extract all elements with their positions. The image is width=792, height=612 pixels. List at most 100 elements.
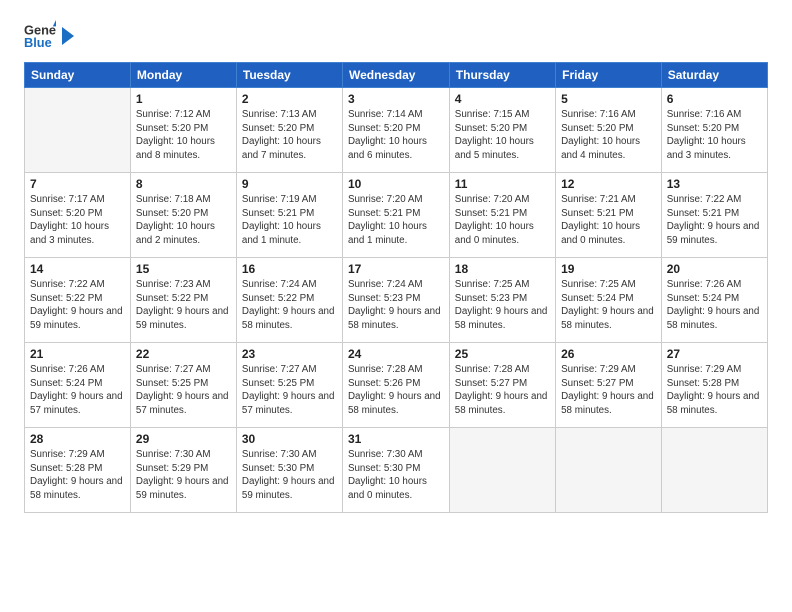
calendar-cell: 7Sunrise: 7:17 AMSunset: 5:20 PMDaylight… bbox=[25, 173, 131, 258]
day-number: 11 bbox=[455, 177, 550, 191]
day-number: 23 bbox=[242, 347, 337, 361]
calendar-cell: 25Sunrise: 7:28 AMSunset: 5:27 PMDayligh… bbox=[449, 343, 555, 428]
day-info: Sunrise: 7:23 AMSunset: 5:22 PMDaylight:… bbox=[136, 278, 231, 333]
calendar-cell: 29 Sunrise: 7:30 AMSunset: 5:29 PMDayligh… bbox=[130, 428, 236, 513]
day-number: 6 bbox=[667, 92, 762, 106]
calendar-cell: 30 Sunrise: 7:30 AMSunset: 5:30 PMDayligh… bbox=[236, 428, 342, 513]
calendar-cell: 17 Sunrise: 7:24 AMSunset: 5:23 PMDayligh… bbox=[342, 258, 449, 343]
weekday-header-thursday: Thursday bbox=[449, 63, 555, 88]
weekday-header-sunday: Sunday bbox=[25, 63, 131, 88]
weekday-header-saturday: Saturday bbox=[661, 63, 767, 88]
day-number: 20 bbox=[667, 262, 762, 276]
day-info: Sunrise: 7:20 AMSunset: 5:21 PMDaylight:… bbox=[455, 193, 550, 248]
day-info: Sunrise: 7:26 AMSunset: 5:24 PMDaylight:… bbox=[667, 278, 762, 333]
day-number: 13 bbox=[667, 177, 762, 191]
calendar-cell: 9 Sunrise: 7:19 AMSunset: 5:21 PMDaylight… bbox=[236, 173, 342, 258]
calendar-cell: 26 Sunrise: 7:29 AMSunset: 5:27 PMDayligh… bbox=[556, 343, 662, 428]
calendar-cell bbox=[556, 428, 662, 513]
day-info: Sunrise: 7:27 AMSunset: 5:25 PMDaylight:… bbox=[242, 363, 337, 418]
day-info: Sunrise: 7:16 AMSunset: 5:20 PMDaylight:… bbox=[667, 108, 762, 163]
calendar-cell: 28 Sunrise: 7:29 AMSunset: 5:28 PMDayligh… bbox=[25, 428, 131, 513]
calendar-cell: 13Sunrise: 7:22 AMSunset: 5:21 PMDayligh… bbox=[661, 173, 767, 258]
day-info: Sunrise: 7:16 AMSunset: 5:20 PMDaylight:… bbox=[561, 108, 656, 163]
weekday-header-tuesday: Tuesday bbox=[236, 63, 342, 88]
day-number: 3 bbox=[348, 92, 444, 106]
day-number: 14 bbox=[30, 262, 125, 276]
day-info: Sunrise: 7:25 AMSunset: 5:23 PMDaylight:… bbox=[455, 278, 550, 333]
calendar-cell: 5 Sunrise: 7:16 AMSunset: 5:20 PMDaylight… bbox=[556, 88, 662, 173]
calendar-week-1: 1 Sunrise: 7:12 AMSunset: 5:20 PMDaylight… bbox=[25, 88, 768, 173]
day-info: Sunrise: 7:13 AMSunset: 5:20 PMDaylight:… bbox=[242, 108, 337, 163]
calendar-cell: 4Sunrise: 7:15 AMSunset: 5:20 PMDaylight… bbox=[449, 88, 555, 173]
calendar-week-3: 14 Sunrise: 7:22 AMSunset: 5:22 PMDayligh… bbox=[25, 258, 768, 343]
day-info: Sunrise: 7:28 AMSunset: 5:26 PMDaylight:… bbox=[348, 363, 444, 418]
day-info: Sunrise: 7:29 AMSunset: 5:28 PMDaylight:… bbox=[30, 448, 125, 503]
day-info: Sunrise: 7:24 AMSunset: 5:23 PMDaylight:… bbox=[348, 278, 444, 333]
day-info: Sunrise: 7:29 AMSunset: 5:28 PMDaylight:… bbox=[667, 363, 762, 418]
calendar-table: SundayMondayTuesdayWednesdayThursdayFrid… bbox=[24, 62, 768, 513]
calendar-cell: 11 Sunrise: 7:20 AMSunset: 5:21 PMDayligh… bbox=[449, 173, 555, 258]
day-info: Sunrise: 7:30 AMSunset: 5:30 PMDaylight:… bbox=[242, 448, 337, 503]
calendar-cell: 19 Sunrise: 7:25 AMSunset: 5:24 PMDayligh… bbox=[556, 258, 662, 343]
day-info: Sunrise: 7:30 AMSunset: 5:29 PMDaylight:… bbox=[136, 448, 231, 503]
calendar-cell: 27Sunrise: 7:29 AMSunset: 5:28 PMDayligh… bbox=[661, 343, 767, 428]
day-number: 30 bbox=[242, 432, 337, 446]
day-number: 12 bbox=[561, 177, 656, 191]
day-info: Sunrise: 7:26 AMSunset: 5:24 PMDaylight:… bbox=[30, 363, 125, 418]
calendar-cell: 31 Sunrise: 7:30 AMSunset: 5:30 PMDayligh… bbox=[342, 428, 449, 513]
calendar-week-2: 7Sunrise: 7:17 AMSunset: 5:20 PMDaylight… bbox=[25, 173, 768, 258]
calendar-week-4: 21 Sunrise: 7:26 AMSunset: 5:24 PMDayligh… bbox=[25, 343, 768, 428]
weekday-header-wednesday: Wednesday bbox=[342, 63, 449, 88]
day-number: 16 bbox=[242, 262, 337, 276]
day-info: Sunrise: 7:12 AMSunset: 5:20 PMDaylight:… bbox=[136, 108, 231, 163]
logo-arrow-icon bbox=[60, 27, 74, 45]
header: General Blue bbox=[24, 20, 768, 52]
day-number: 1 bbox=[136, 92, 231, 106]
day-info: Sunrise: 7:30 AMSunset: 5:30 PMDaylight:… bbox=[348, 448, 444, 503]
day-info: Sunrise: 7:29 AMSunset: 5:27 PMDaylight:… bbox=[561, 363, 656, 418]
day-info: Sunrise: 7:18 AMSunset: 5:20 PMDaylight:… bbox=[136, 193, 231, 248]
svg-text:Blue: Blue bbox=[24, 35, 52, 50]
day-number: 19 bbox=[561, 262, 656, 276]
calendar-cell: 2Sunrise: 7:13 AMSunset: 5:20 PMDaylight… bbox=[236, 88, 342, 173]
calendar-cell bbox=[661, 428, 767, 513]
day-info: Sunrise: 7:28 AMSunset: 5:27 PMDaylight:… bbox=[455, 363, 550, 418]
calendar-cell: 20 Sunrise: 7:26 AMSunset: 5:24 PMDayligh… bbox=[661, 258, 767, 343]
day-number: 8 bbox=[136, 177, 231, 191]
day-number: 29 bbox=[136, 432, 231, 446]
day-info: Sunrise: 7:25 AMSunset: 5:24 PMDaylight:… bbox=[561, 278, 656, 333]
page: General Blue SundayMondayTuesdayWed bbox=[0, 0, 792, 612]
day-number: 18 bbox=[455, 262, 550, 276]
day-number: 15 bbox=[136, 262, 231, 276]
day-number: 7 bbox=[30, 177, 125, 191]
day-number: 28 bbox=[30, 432, 125, 446]
day-info: Sunrise: 7:22 AMSunset: 5:22 PMDaylight:… bbox=[30, 278, 125, 333]
calendar-cell: 24Sunrise: 7:28 AMSunset: 5:26 PMDayligh… bbox=[342, 343, 449, 428]
day-number: 17 bbox=[348, 262, 444, 276]
day-number: 22 bbox=[136, 347, 231, 361]
day-number: 10 bbox=[348, 177, 444, 191]
calendar-cell bbox=[449, 428, 555, 513]
calendar-cell: 1 Sunrise: 7:12 AMSunset: 5:20 PMDaylight… bbox=[130, 88, 236, 173]
logo-label bbox=[60, 27, 74, 45]
calendar-header-row: SundayMondayTuesdayWednesdayThursdayFrid… bbox=[25, 63, 768, 88]
calendar-cell: 10Sunrise: 7:20 AMSunset: 5:21 PMDayligh… bbox=[342, 173, 449, 258]
calendar-week-5: 28 Sunrise: 7:29 AMSunset: 5:28 PMDayligh… bbox=[25, 428, 768, 513]
day-info: Sunrise: 7:21 AMSunset: 5:21 PMDaylight:… bbox=[561, 193, 656, 248]
day-number: 9 bbox=[242, 177, 337, 191]
day-number: 5 bbox=[561, 92, 656, 106]
day-number: 26 bbox=[561, 347, 656, 361]
day-info: Sunrise: 7:27 AMSunset: 5:25 PMDaylight:… bbox=[136, 363, 231, 418]
day-number: 21 bbox=[30, 347, 125, 361]
calendar-cell: 12 Sunrise: 7:21 AMSunset: 5:21 PMDayligh… bbox=[556, 173, 662, 258]
day-info: Sunrise: 7:24 AMSunset: 5:22 PMDaylight:… bbox=[242, 278, 337, 333]
calendar-cell: 14 Sunrise: 7:22 AMSunset: 5:22 PMDayligh… bbox=[25, 258, 131, 343]
calendar-cell: 15 Sunrise: 7:23 AMSunset: 5:22 PMDayligh… bbox=[130, 258, 236, 343]
day-number: 31 bbox=[348, 432, 444, 446]
calendar-cell: 3Sunrise: 7:14 AMSunset: 5:20 PMDaylight… bbox=[342, 88, 449, 173]
day-number: 4 bbox=[455, 92, 550, 106]
calendar-cell: 16 Sunrise: 7:24 AMSunset: 5:22 PMDayligh… bbox=[236, 258, 342, 343]
calendar-cell: 21 Sunrise: 7:26 AMSunset: 5:24 PMDayligh… bbox=[25, 343, 131, 428]
logo-icon: General Blue bbox=[24, 20, 56, 52]
day-info: Sunrise: 7:19 AMSunset: 5:21 PMDaylight:… bbox=[242, 193, 337, 248]
